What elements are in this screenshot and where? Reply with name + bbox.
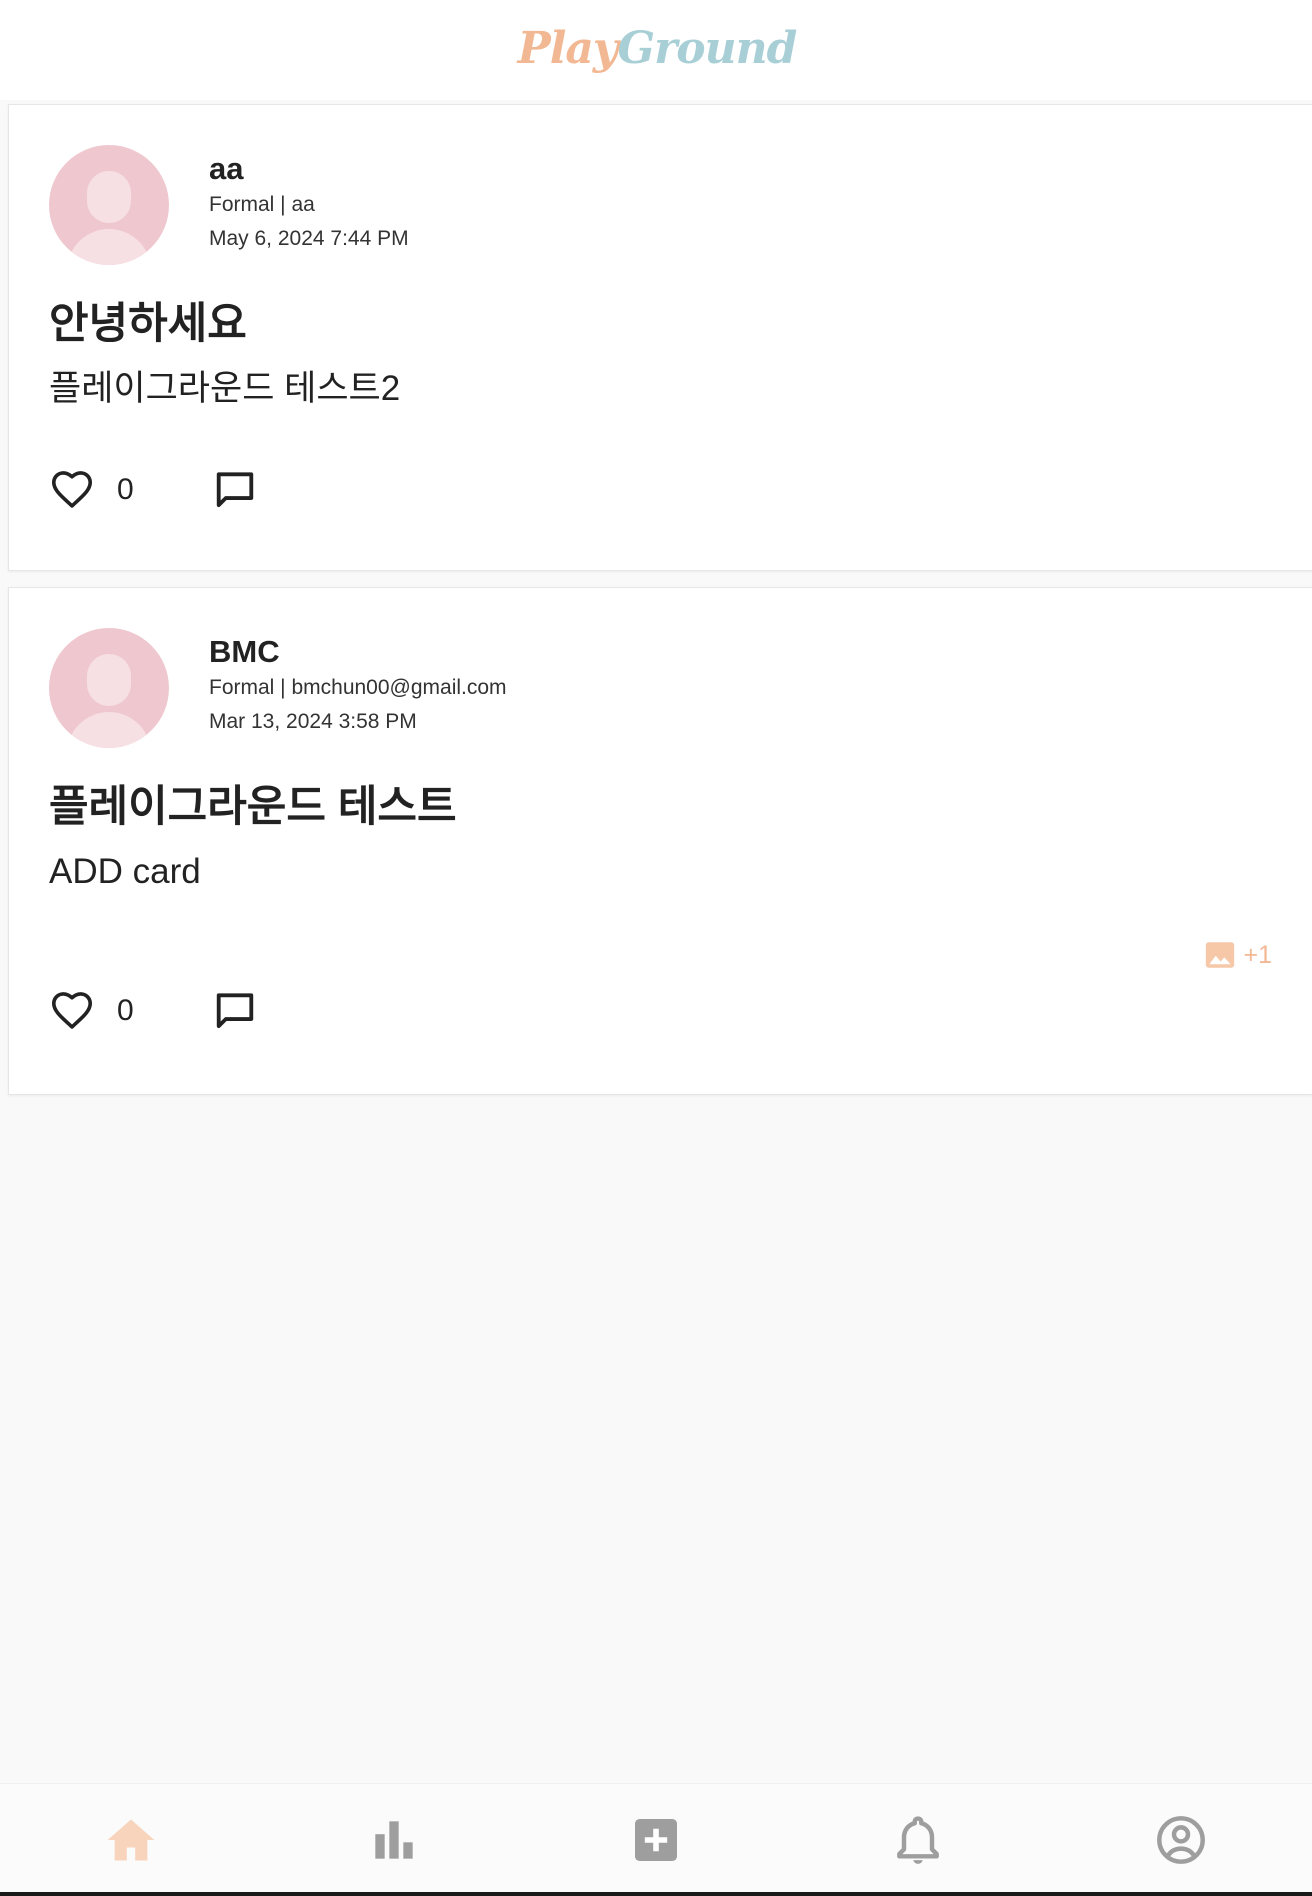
bottom-navigation: [0, 1783, 1312, 1896]
comment-outline-icon: [216, 472, 253, 508]
heart-outline-icon: [51, 992, 93, 1029]
post-date: Mar 13, 2024 3:58 PM: [209, 710, 417, 733]
nav-stats[interactable]: [364, 1810, 424, 1870]
nav-add[interactable]: [626, 1810, 686, 1870]
post-date: May 6, 2024 7:44 PM: [209, 227, 409, 250]
post-title: 플레이그라운드 테스트: [49, 783, 457, 831]
author-name[interactable]: aa: [209, 151, 409, 187]
author-info: aa Formal | aa May 6, 2024 7:44 PM: [209, 151, 409, 253]
account-circle-icon: [1156, 1816, 1205, 1864]
like-count: 0: [117, 473, 134, 506]
image-icon: [1206, 942, 1235, 968]
avatar[interactable]: [49, 628, 169, 748]
avatar[interactable]: [49, 145, 169, 265]
post-card[interactable]: BMC Formal | bmchun00@gmail.com Mar 13, …: [8, 587, 1312, 1095]
home-icon: [107, 1819, 155, 1861]
add-box-icon: [634, 1819, 677, 1861]
avatar-body-shape: [67, 229, 151, 265]
post-actions: 0: [49, 467, 258, 513]
nav-notifications[interactable]: [888, 1810, 948, 1870]
author-subtitle: Formal | aa: [209, 193, 315, 216]
bar-chart-icon: [374, 1821, 413, 1859]
nav-profile[interactable]: [1151, 1810, 1211, 1870]
screen-bottom-edge: [0, 1892, 1312, 1896]
post-title: 안녕하세요: [49, 300, 247, 348]
post-body: ADD card: [49, 852, 201, 891]
post-card[interactable]: aa Formal | aa May 6, 2024 7:44 PM 안녕하세요…: [8, 104, 1312, 571]
image-count: +1: [1243, 940, 1272, 969]
post-feed: aa Formal | aa May 6, 2024 7:44 PM 안녕하세요…: [8, 104, 1312, 1095]
comment-button[interactable]: [212, 467, 258, 513]
author-name[interactable]: BMC: [209, 634, 507, 670]
app-header: PlayGround: [0, 0, 1312, 100]
app-logo: PlayGround: [517, 22, 798, 74]
logo-play-text: Play: [517, 22, 619, 74]
like-button[interactable]: 0: [49, 988, 134, 1034]
heart-outline-icon: [51, 471, 93, 508]
image-count-badge[interactable]: +1: [1203, 938, 1272, 972]
bell-icon: [897, 1816, 940, 1864]
avatar-body-shape: [67, 712, 151, 748]
like-button[interactable]: 0: [49, 467, 134, 513]
avatar-head-shape: [87, 654, 131, 706]
like-count: 0: [117, 994, 134, 1027]
logo-ground-text: Ground: [617, 22, 798, 74]
comment-outline-icon: [216, 993, 253, 1029]
post-actions: 0: [49, 988, 258, 1034]
nav-home[interactable]: [101, 1810, 161, 1870]
comment-button[interactable]: [212, 988, 258, 1034]
author-info: BMC Formal | bmchun00@gmail.com Mar 13, …: [209, 634, 507, 736]
author-subtitle: Formal | bmchun00@gmail.com: [209, 676, 507, 699]
post-body: 플레이그라운드 테스트2: [49, 369, 401, 408]
avatar-head-shape: [87, 171, 131, 223]
